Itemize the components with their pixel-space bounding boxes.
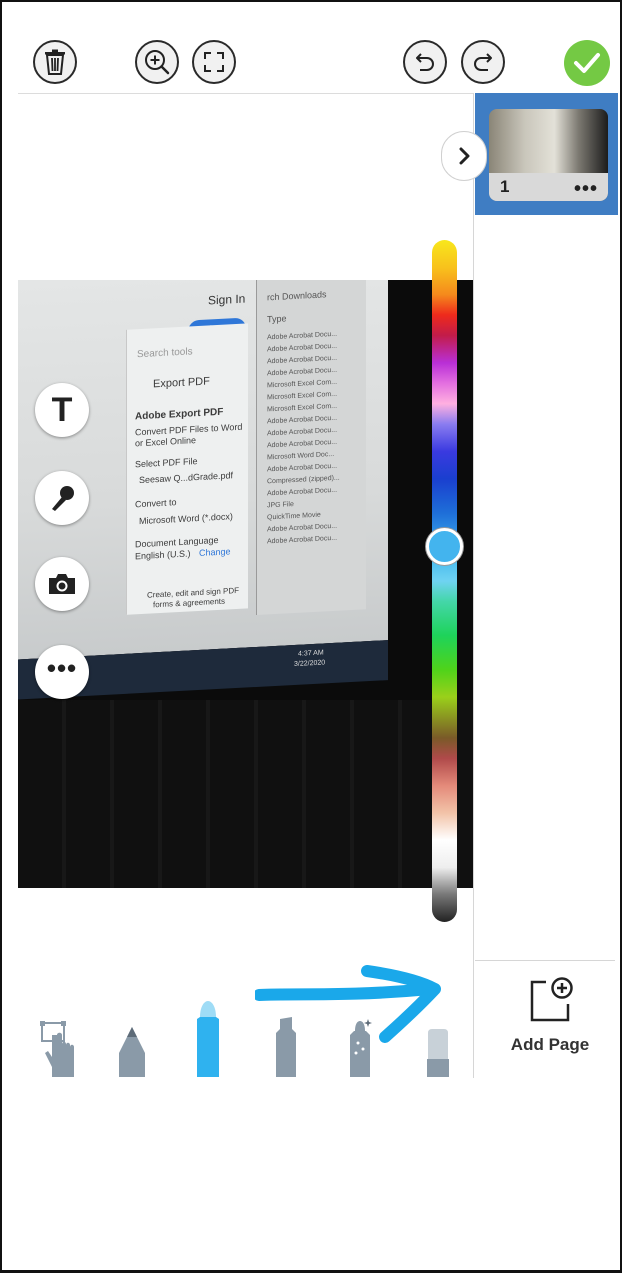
photo-download-item: Adobe Acrobat Docu... <box>267 330 338 342</box>
page-number: 1 <box>500 177 510 196</box>
zoom-in-button[interactable] <box>135 40 179 84</box>
camera-tool-button[interactable] <box>35 557 89 611</box>
photo-downloads-window: rch Downloads Type Adobe Acrobat Docu...… <box>256 280 366 616</box>
microphone-icon <box>52 486 74 511</box>
photo-download-item: Microsoft Excel Com... <box>267 378 338 390</box>
page-thumbnail-selected[interactable]: 1 ••• <box>475 93 618 215</box>
photo-convert-text2: or Excel Online <box>135 435 197 449</box>
photo-date: 3/22/2020 <box>294 659 326 669</box>
photo-download-item: Microsoft Excel Com... <box>267 402 338 414</box>
page-options-button[interactable]: ••• <box>574 179 598 199</box>
marker-icon <box>197 1001 219 1077</box>
glitter-pen-tool[interactable] <box>342 995 378 1077</box>
toolbar-divider <box>18 93 473 94</box>
photo-download-item: Microsoft Excel Com... <box>267 390 338 402</box>
photo-download-item: Adobe Acrobat Docu... <box>267 462 338 474</box>
photo-time: 4:37 AM <box>298 649 324 658</box>
more-tools-button[interactable]: ••• <box>35 645 89 699</box>
photo-download-item: Adobe Acrobat Docu... <box>267 366 338 378</box>
color-slider-knob[interactable] <box>426 528 463 565</box>
zoom-in-icon <box>145 50 170 75</box>
photo-download-item: Adobe Acrobat Docu... <box>267 534 338 546</box>
photo-download-item: JPG File <box>267 501 294 510</box>
page-thumbnail-image: 1 ••• <box>489 109 608 201</box>
delete-button[interactable] <box>33 40 77 84</box>
glitter-pen-icon <box>350 1019 372 1077</box>
photo-format: Microsoft Word (*.docx) <box>139 511 233 527</box>
select-hand-tool[interactable] <box>38 995 80 1077</box>
pencil-tool[interactable] <box>115 995 149 1077</box>
marker-tool[interactable] <box>190 995 226 1077</box>
hand-select-icon <box>40 1021 74 1077</box>
checkmark-icon <box>574 53 600 73</box>
eraser-icon <box>427 1029 449 1077</box>
photo-change: Change <box>199 546 231 558</box>
photo-download-item: QuickTime Movie <box>267 511 321 522</box>
photo-download-item: Adobe Acrobat Docu... <box>267 486 338 498</box>
photo-export-pdf: Export PDF <box>153 375 210 391</box>
chevron-right-icon <box>459 147 470 165</box>
pencil-icon <box>119 1027 145 1077</box>
microphone-tool-button[interactable] <box>35 471 89 525</box>
text-tool-button[interactable]: T <box>35 383 89 437</box>
fit-screen-button[interactable] <box>192 40 236 84</box>
photo-download-item: Compressed (zipped)... <box>267 474 340 486</box>
color-slider-track[interactable] <box>432 240 457 922</box>
photo-download-item: Adobe Acrobat Docu... <box>267 522 338 534</box>
fullscreen-icon <box>204 52 224 72</box>
more-icon: ••• <box>46 653 78 683</box>
photo-download-item: Adobe Acrobat Docu... <box>267 354 338 366</box>
redo-icon <box>474 53 492 71</box>
collapse-panel-button[interactable] <box>441 131 487 181</box>
photo-convert-to: Convert to <box>135 497 177 510</box>
photo-signin-text: Sign In <box>208 291 246 308</box>
photo-type-header: Type <box>267 313 287 325</box>
photo-select-pdf: Select PDF File <box>135 456 198 470</box>
photo-search-tools: Search tools <box>137 346 193 361</box>
undo-icon <box>416 53 434 71</box>
eraser-tool[interactable] <box>420 995 456 1077</box>
add-page-divider <box>475 960 615 961</box>
undo-button[interactable] <box>403 40 447 84</box>
photo-keyboard <box>18 700 473 888</box>
photo-language: English (U.S.) <box>135 548 191 562</box>
photo-download-item: Microsoft Word Doc... <box>267 450 335 462</box>
photo-download-item: Adobe Acrobat Docu... <box>267 414 338 426</box>
highlighter-tool[interactable] <box>268 995 304 1077</box>
done-button[interactable] <box>564 40 610 86</box>
add-page-label: Add Page <box>510 1035 590 1054</box>
text-icon: T <box>51 390 73 429</box>
highlighter-icon <box>276 1017 296 1077</box>
photo-download-item: Adobe Acrobat Docu... <box>267 426 338 438</box>
photo-search-downloads: rch Downloads <box>267 289 327 303</box>
redo-button[interactable] <box>461 40 505 84</box>
add-page-button[interactable]: Add Page <box>490 976 610 1066</box>
add-page-icon <box>530 977 573 1022</box>
pages-panel <box>473 93 618 1078</box>
photo-file-name: Seesaw Q...dGrade.pdf <box>139 470 234 486</box>
photo-adobe-export: Adobe Export PDF <box>135 406 224 423</box>
photo-download-item: Adobe Acrobat Docu... <box>267 342 338 354</box>
photo-acrobat-panel: Search tools Export PDF Adobe Export PDF… <box>126 323 248 615</box>
camera-icon <box>49 574 75 594</box>
photo-download-item: Adobe Acrobat Docu... <box>267 438 338 450</box>
trash-icon <box>45 49 65 75</box>
